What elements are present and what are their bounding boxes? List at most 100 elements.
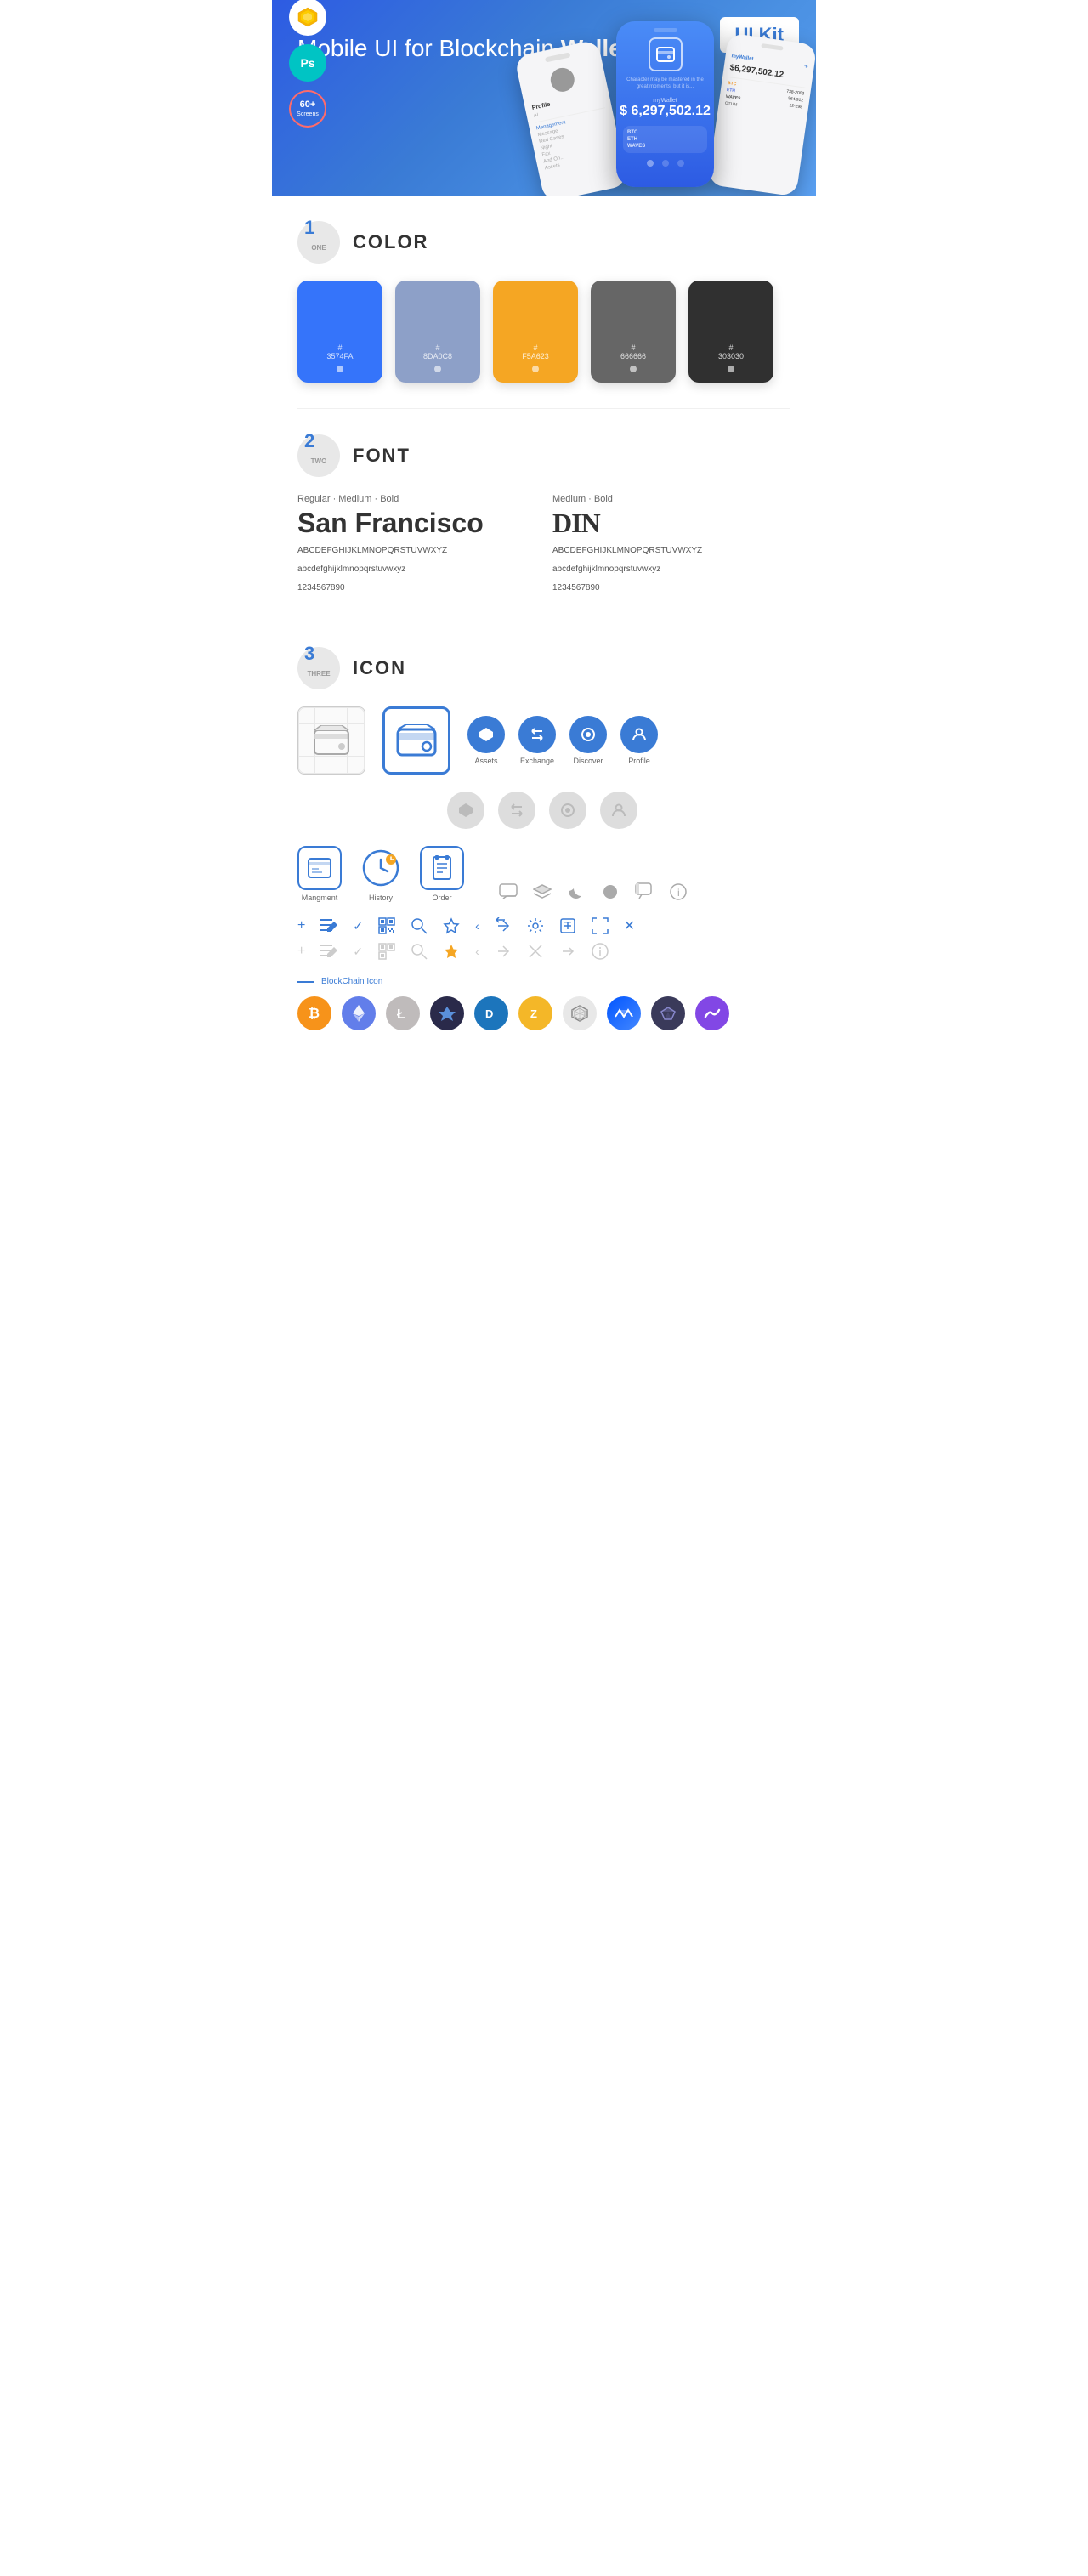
svg-text:Ł: Ł	[397, 1007, 405, 1022]
circle-icon	[600, 882, 620, 902]
arrow-icon-gray	[559, 943, 576, 960]
named-icons-row: Assets Exchange Discover Profile	[468, 716, 658, 765]
history-icon	[359, 846, 403, 890]
swatch-gray: #666666	[591, 281, 676, 383]
phone-left: Profile AI Management Message Red Cases …	[514, 39, 628, 196]
qr-icon-gray	[378, 943, 395, 960]
profile-icon-gray	[600, 792, 638, 829]
upload-icon	[559, 917, 576, 934]
lattice-icon	[563, 996, 597, 1030]
font-section-number: 2 TWO	[298, 434, 340, 477]
font-title: FONT	[353, 445, 411, 467]
token-dark-icon	[430, 996, 464, 1030]
screens-badge: 60+Screens	[289, 90, 326, 128]
assets-icon-item: Assets	[468, 716, 505, 765]
svg-text:D: D	[485, 1007, 493, 1020]
star-icon-gold	[443, 943, 460, 960]
search-icon	[411, 917, 428, 934]
check-icon: ✓	[353, 919, 363, 933]
tool-icons-blue-row: + ✓ ‹ ✕	[298, 917, 790, 934]
close-icon: ✕	[624, 917, 635, 934]
icon-title: ICON	[353, 657, 406, 679]
svg-text:₿: ₿	[309, 1006, 320, 1021]
management-icon	[298, 846, 342, 890]
exchange-icon-gray	[498, 792, 536, 829]
utility-icons-row: i	[498, 882, 688, 902]
info-icon-gray	[592, 943, 609, 960]
font-din: Medium · Bold DIN ABCDEFGHIJKLMNOPQRSTUV…	[552, 494, 790, 595]
scan-icon	[592, 917, 609, 934]
font-grid: Regular · Medium · Bold San Francisco AB…	[298, 494, 790, 595]
assets-icon-gray	[447, 792, 484, 829]
matic-icon	[695, 996, 729, 1030]
management-icon-item: Mangment	[298, 846, 342, 902]
bitcoin-icon: ₿	[298, 996, 332, 1030]
discover-icon	[570, 716, 607, 753]
hero-section: Mobile UI for Blockchain Wallet UI Kit P…	[272, 0, 816, 196]
color-title: COLOR	[353, 231, 428, 253]
ps-badge: Ps	[289, 44, 326, 82]
icon-section-number: 3 THREE	[298, 647, 340, 689]
check-icon-gray: ✓	[353, 945, 363, 959]
svg-text:Z: Z	[530, 1007, 537, 1020]
color-section: 1 ONE COLOR #3574FA #8DA0C8 #F5A623 #666…	[272, 196, 816, 408]
plus-icon-gray: +	[298, 944, 305, 959]
discover-icon-gray	[549, 792, 586, 829]
phone-center: Character may be mastered in the great m…	[616, 21, 714, 187]
profile-icon	[620, 716, 658, 753]
x-icon-gray	[527, 943, 544, 960]
phone-right: myWallet + $6,297,502.12 BTC 738-2003 ET…	[707, 33, 816, 196]
swatch-blue: #3574FA	[298, 281, 382, 383]
list-edit-icon	[320, 918, 337, 933]
blockchain-label-text: BlockChain Icon	[321, 977, 382, 986]
discover-icon-item: Discover	[570, 716, 607, 765]
wallet-blue-icon	[382, 706, 450, 775]
swatch-orange: #F5A623	[493, 281, 578, 383]
assets-icon	[468, 716, 505, 753]
plus-icon: +	[298, 918, 305, 933]
font-section-header: 2 TWO FONT	[298, 434, 790, 477]
exchange-icon	[518, 716, 556, 753]
star-icon	[443, 917, 460, 934]
font-san-francisco: Regular · Medium · Bold San Francisco AB…	[298, 494, 536, 595]
app-icons-row: Mangment History	[298, 846, 790, 902]
exchange-icon-item: Exchange	[518, 716, 556, 765]
color-section-number: 1 ONE	[298, 221, 340, 264]
sketch-badge	[289, 0, 326, 36]
blockchain-label-line	[298, 981, 314, 983]
chat-icon	[498, 882, 518, 902]
gem-icon	[651, 996, 685, 1030]
speech-icon	[634, 882, 654, 902]
back-icon: ‹	[475, 919, 479, 933]
font-section: 2 TWO FONT Regular · Medium · Bold San F…	[272, 409, 816, 621]
history-icon-item: History	[359, 846, 403, 902]
back-icon-gray: ‹	[475, 945, 479, 958]
zcash-icon: Z	[518, 996, 552, 1030]
ethereum-icon	[342, 996, 376, 1030]
badges-column: Ps 60+Screens	[289, 0, 326, 128]
order-icon-item: Order	[420, 846, 464, 902]
info-icon: i	[668, 882, 688, 902]
svg-text:i: i	[677, 887, 680, 899]
layers-icon	[532, 882, 552, 902]
wallet-wireframe-icon	[298, 706, 366, 775]
swatch-dark: #303030	[688, 281, 774, 383]
share-icon-gray	[495, 943, 512, 960]
wallet-icon-designs: Assets Exchange Discover Profile	[298, 706, 790, 775]
moon-icon	[566, 882, 586, 902]
profile-icon-item: Profile	[620, 716, 658, 765]
search-icon-gray	[411, 943, 428, 960]
share-icon	[495, 917, 512, 934]
tool-icons-gray-row: + ✓ ‹	[298, 943, 790, 960]
list-edit-icon-gray	[320, 944, 337, 959]
blockchain-label-row: BlockChain Icon	[298, 977, 790, 986]
waves-icon	[607, 996, 641, 1030]
litecoin-icon: Ł	[386, 996, 420, 1030]
blockchain-icons-section: BlockChain Icon ₿ Ł D	[298, 977, 790, 1030]
icon-section: 3 THREE ICON	[272, 621, 816, 1056]
dash-icon: D	[474, 996, 508, 1030]
color-swatches: #3574FA #8DA0C8 #F5A623 #666666 #303030	[298, 281, 790, 383]
order-icon	[420, 846, 464, 890]
color-section-header: 1 ONE COLOR	[298, 221, 790, 264]
icon-section-header: 3 THREE ICON	[298, 647, 790, 689]
